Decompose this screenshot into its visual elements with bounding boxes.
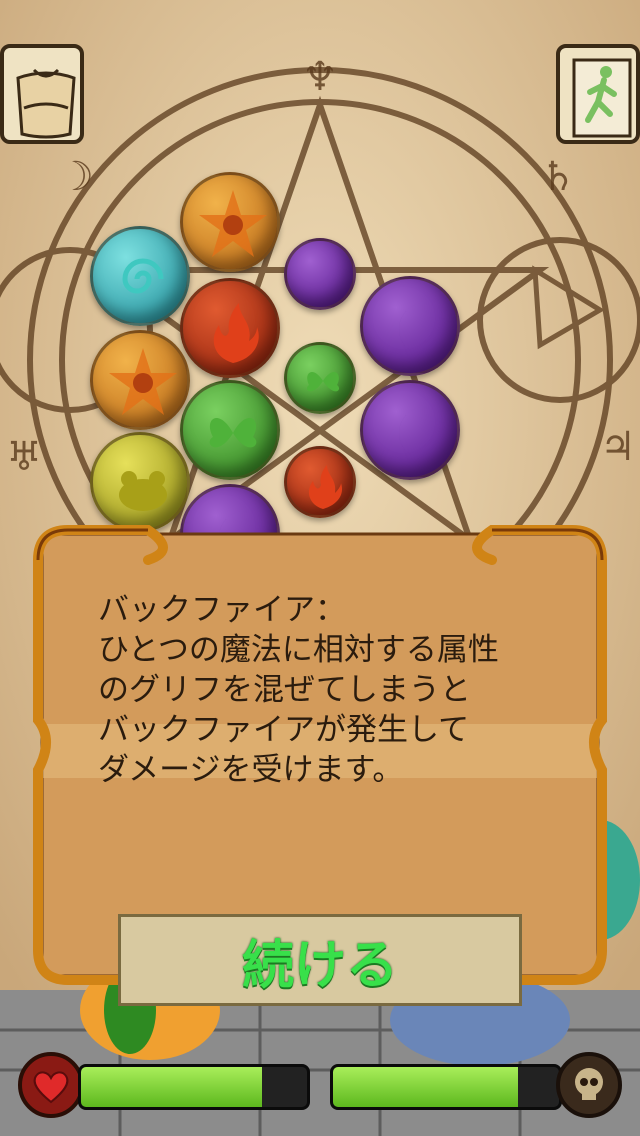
enemy-health-bar [330, 1064, 562, 1110]
exit-running-man-icon [572, 58, 632, 138]
tutorial-message: バックファイア： ひとつの魔法に相対する属性 のグリフを混ぜてしまうと バックフ… [98, 592, 499, 788]
enemy-health-fill [333, 1067, 519, 1107]
skull-icon [575, 1068, 603, 1100]
enemy-health-orb [556, 1052, 622, 1118]
orb-moon[interactable] [284, 238, 356, 310]
sun-icon [109, 348, 177, 415]
leaf-icon [306, 372, 340, 392]
orb-moon[interactable] [360, 380, 460, 480]
orb-leaf[interactable] [284, 342, 356, 414]
svg-text:♄: ♄ [540, 154, 576, 200]
player-health-orb [18, 1052, 84, 1118]
moon-icon [398, 407, 425, 459]
leaf-icon [209, 417, 257, 448]
orb-water[interactable] [90, 226, 190, 326]
fire-icon [308, 465, 343, 509]
continue-label: 続ける [241, 935, 398, 996]
svg-text:♆: ♆ [302, 54, 338, 100]
moon-icon [398, 303, 425, 355]
orb-fire[interactable] [180, 278, 280, 378]
bag-button[interactable] [0, 44, 84, 144]
player-health-fill [81, 1067, 262, 1107]
svg-text:♅: ♅ [6, 434, 42, 480]
bag-icon [16, 68, 76, 139]
orb-fire[interactable] [284, 446, 356, 518]
orb-leaf[interactable] [180, 380, 280, 480]
sun-icon [199, 190, 267, 257]
svg-text:☽: ☽ [58, 154, 94, 200]
heart-icon [33, 1071, 69, 1104]
orb-sun[interactable] [90, 330, 190, 430]
orb-moon[interactable] [360, 276, 460, 376]
moon-icon [313, 259, 331, 295]
player-health-bar [78, 1064, 310, 1110]
fire-icon [213, 303, 259, 363]
spiral-icon [122, 258, 164, 294]
exit-button[interactable] [556, 44, 640, 144]
continue-button[interactable]: 続ける [118, 914, 522, 1006]
svg-text:♃: ♃ [600, 424, 636, 470]
orb-sun[interactable] [180, 172, 280, 272]
orb-earth[interactable] [90, 432, 190, 532]
